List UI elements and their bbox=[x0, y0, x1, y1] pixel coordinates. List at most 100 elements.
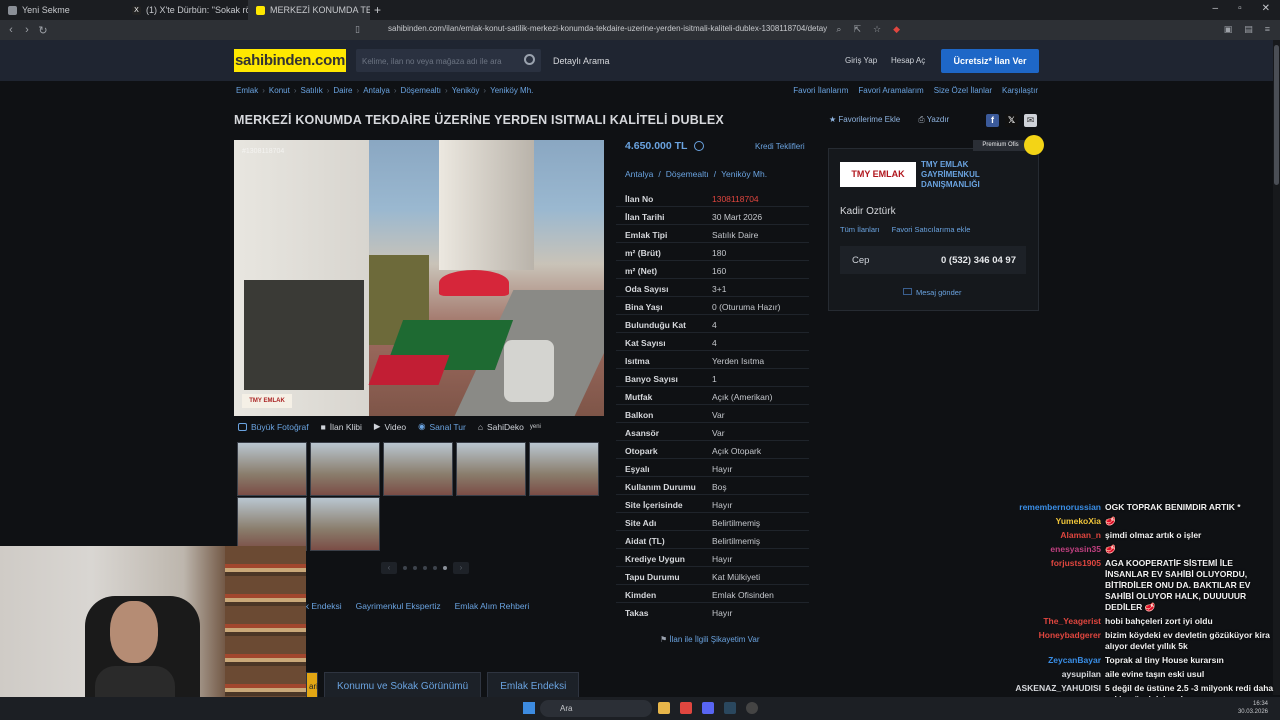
credit-offers-link[interactable]: Kredi Teklifleri bbox=[755, 142, 805, 151]
post-ad-button[interactable]: Ücretsiz* İlan Ver bbox=[941, 49, 1039, 73]
expertise-link[interactable]: Gayrimenkul Ekspertiz bbox=[356, 601, 441, 611]
tab-details[interactable]: ari bbox=[306, 672, 318, 700]
favorite-seller-link[interactable]: Favori Satıcılarıma ekle bbox=[892, 225, 971, 234]
thumbnail-pager: ‹ › bbox=[381, 562, 469, 574]
camera-icon: ■ bbox=[320, 421, 326, 432]
discord-icon[interactable] bbox=[702, 702, 714, 714]
detail-row: Aidat (TL) Belirtilmemiş bbox=[616, 531, 809, 549]
seller-logo[interactable]: TMY EMLAK bbox=[840, 162, 916, 187]
scrollbar-thumb[interactable] bbox=[1274, 45, 1279, 185]
obs-icon[interactable] bbox=[746, 702, 758, 714]
page-dot-active[interactable] bbox=[443, 566, 447, 570]
location-city[interactable]: Antalya bbox=[625, 169, 653, 179]
streamer-head bbox=[110, 601, 158, 663]
page-dot[interactable] bbox=[403, 566, 407, 570]
thumbnail[interactable] bbox=[310, 442, 380, 496]
thumbnail[interactable] bbox=[310, 497, 380, 551]
forward-icon[interactable]: › bbox=[19, 24, 35, 36]
bookshelf bbox=[225, 546, 306, 720]
next-page-icon[interactable]: › bbox=[453, 562, 469, 574]
page-dot[interactable] bbox=[423, 566, 427, 570]
bookmark-star-icon[interactable]: ☆ bbox=[873, 24, 881, 35]
media-bar: Büyük Fotoğraf ■ İlan Klibi ▶ Video ◉ Sanal… bbox=[238, 421, 541, 432]
prev-page-icon[interactable]: ‹ bbox=[381, 562, 397, 574]
taskbar-clock[interactable]: 16:34 30.03.2026 bbox=[1238, 700, 1268, 716]
folder-icon[interactable] bbox=[658, 702, 670, 714]
video-button[interactable]: ▶ Video bbox=[374, 421, 406, 432]
thumbnail[interactable] bbox=[237, 442, 307, 496]
main-photo[interactable]: #1308118704 TMY EMLAK bbox=[234, 140, 604, 416]
favorite-listings-link[interactable]: Favori İlanlarım bbox=[793, 86, 848, 95]
mail-icon[interactable]: ✉ bbox=[1024, 114, 1037, 127]
detail-row: Eşyalı Hayır bbox=[616, 459, 809, 477]
windows-start-icon[interactable] bbox=[523, 702, 535, 714]
breadcrumb-item[interactable]: Satılık bbox=[300, 86, 322, 95]
thumbnail[interactable] bbox=[529, 442, 599, 496]
breadcrumb-item[interactable]: Yeniköy bbox=[452, 86, 480, 95]
emlak-index-link[interactable]: ak Endeksi bbox=[300, 601, 342, 611]
brave-browser-icon[interactable] bbox=[680, 702, 692, 714]
tab-location[interactable]: Konumu ve Sokak Görünümü bbox=[324, 672, 482, 700]
facebook-icon[interactable]: f bbox=[986, 114, 999, 127]
sahideko-button[interactable]: ⌂ SahiDeko yeni bbox=[478, 422, 541, 432]
breadcrumb-item[interactable]: Yeniköy Mh. bbox=[490, 86, 533, 95]
location-district[interactable]: Döşemealtı bbox=[666, 169, 709, 179]
tab-sahibinden[interactable]: MERKEZİ KONUMDA TEKDAİRE ✕ bbox=[248, 0, 370, 20]
listing-clip-button[interactable]: ■ İlan Klibi bbox=[321, 422, 362, 432]
personal-listings-link[interactable]: Size Özel İlanlar bbox=[934, 86, 992, 95]
new-tab-button[interactable]: + bbox=[374, 3, 381, 17]
favorite-searches-link[interactable]: Favori Aramalarım bbox=[858, 86, 923, 95]
flag-icon: ⚑ bbox=[660, 635, 668, 644]
breadcrumb-item[interactable]: Konut bbox=[269, 86, 290, 95]
compare-link[interactable]: Karşılaştır bbox=[1002, 86, 1038, 95]
steam-icon[interactable] bbox=[724, 702, 736, 714]
zoom-icon[interactable]: ⌕ bbox=[836, 24, 841, 35]
tab-new[interactable]: Yeni Sekme bbox=[0, 0, 124, 20]
buying-guide-link[interactable]: Emlak Alım Rehberi bbox=[455, 601, 530, 611]
detail-row: Oda Sayısı 3+1 bbox=[616, 279, 809, 297]
tab-emlak-index[interactable]: Emlak Endeksi bbox=[487, 672, 580, 700]
breadcrumb-item[interactable]: Daire bbox=[333, 86, 352, 95]
login-link[interactable]: Giriş Yap bbox=[845, 56, 877, 65]
page-dot[interactable] bbox=[413, 566, 417, 570]
back-icon[interactable]: ‹ bbox=[3, 24, 19, 36]
share-icon[interactable]: ⇱ bbox=[853, 24, 861, 35]
bookmark-icon[interactable]: ▯ bbox=[355, 24, 360, 35]
x-icon[interactable]: 𝕏 bbox=[1005, 114, 1018, 127]
phone-number[interactable]: 0 (532) 346 04 97 bbox=[941, 255, 1016, 266]
thumbnail[interactable] bbox=[456, 442, 526, 496]
print-button[interactable]: ⎙ Yazdır bbox=[918, 115, 949, 125]
minimize-button[interactable]: – bbox=[1213, 3, 1219, 14]
seller-firm-name[interactable]: TMY EMLAK GAYRİMENKUL DANIŞMANLIĞI bbox=[921, 160, 1001, 190]
breadcrumb-item[interactable]: Emlak bbox=[236, 86, 258, 95]
menu-icon[interactable]: ≡ bbox=[1265, 24, 1270, 35]
taskbar-search[interactable]: Ara bbox=[540, 700, 652, 717]
large-photo-button[interactable]: Büyük Fotoğraf bbox=[238, 422, 309, 432]
thumbnail[interactable] bbox=[237, 497, 307, 551]
page-dot[interactable] bbox=[433, 566, 437, 570]
virtual-tour-button[interactable]: ◉ Sanal Tur bbox=[418, 421, 466, 432]
reload-icon[interactable]: ↻ bbox=[35, 24, 51, 37]
brave-shield-icon[interactable]: ◆ bbox=[893, 24, 900, 35]
breadcrumb-item[interactable]: Döşemealtı bbox=[401, 86, 441, 95]
thumbnail[interactable] bbox=[383, 442, 453, 496]
extensions-icon[interactable]: ▣ bbox=[1224, 24, 1233, 35]
breadcrumb-item[interactable]: Antalya bbox=[363, 86, 390, 95]
tab-x[interactable]: X (1) X'te Dürbün: "Sokak röportajında ✕ bbox=[124, 0, 248, 20]
search-icon[interactable] bbox=[524, 54, 535, 65]
all-listings-link[interactable]: Tüm İlanları bbox=[840, 225, 880, 234]
send-message-link[interactable]: Mesaj gönder bbox=[903, 288, 961, 297]
detail-row: Tapu Durumu Kat Mülkiyeti bbox=[616, 567, 809, 585]
sidebar-icon[interactable]: ▤ bbox=[1244, 24, 1253, 35]
close-window-button[interactable]: ✕ bbox=[1262, 3, 1270, 14]
location-neighborhood[interactable]: Yeniköy Mh. bbox=[721, 169, 767, 179]
info-icon[interactable] bbox=[694, 141, 704, 151]
signup-link[interactable]: Hesap Aç bbox=[891, 56, 925, 65]
search-input[interactable]: Kelime, ilan no veya mağaza adı ile ara bbox=[356, 49, 541, 72]
report-listing-link[interactable]: ⚑ İlan ile İlgili Şikayetim Var bbox=[660, 635, 760, 644]
maximize-button[interactable]: ▫ bbox=[1238, 3, 1242, 14]
url-field[interactable]: sahibinden.com/ilan/emlak-konut-satilik-… bbox=[368, 24, 913, 37]
site-logo[interactable]: sahibinden.com bbox=[234, 49, 346, 72]
detailed-search-link[interactable]: Detaylı Arama bbox=[553, 56, 610, 66]
add-favorite-button[interactable]: ★ Favorilerime Ekle bbox=[829, 115, 900, 125]
